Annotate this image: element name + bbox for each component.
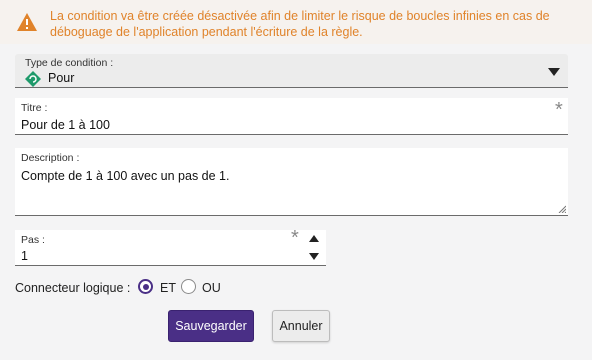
step-required-mark: * [291,227,299,249]
condition-type-label: Type de condition : [25,57,114,69]
radio-ou[interactable] [181,279,196,294]
warning-triangle-icon [17,13,37,31]
loop-diamond-icon [25,71,41,87]
title-required-mark: * [555,99,563,121]
warning-banner: La condition va être créée désactivée af… [0,0,592,44]
condition-type-value: Pour [48,71,75,85]
chevron-down-icon[interactable] [548,68,560,76]
description-label: Description : [21,152,80,164]
resize-grip-icon[interactable] [558,205,566,213]
radio-et-label[interactable]: ET [160,281,176,295]
caret-down-icon [309,253,319,260]
radio-ou-label[interactable]: OU [202,281,221,295]
description-field[interactable]: Description : Compte de 1 à 100 avec un … [15,148,568,216]
caret-up-icon [309,235,319,242]
step-input[interactable]: 1 [21,249,28,263]
condition-type-select[interactable]: Type de condition : Pour [15,54,568,88]
warning-line-1: La condition va être créée désactivée af… [50,9,550,23]
step-decrement-button[interactable] [302,248,326,265]
radio-et[interactable] [138,279,153,294]
save-button[interactable]: Sauvegarder [168,310,254,342]
title-input[interactable]: Pour de 1 à 100 [21,118,110,132]
title-field[interactable]: Titre : Pour de 1 à 100 [15,98,568,135]
cancel-button[interactable]: Annuler [272,310,330,342]
step-increment-button[interactable] [302,230,326,247]
step-label: Pas : [21,234,45,246]
warning-line-2: déboguage de l'application pendant l'écr… [50,25,363,39]
description-textarea[interactable]: Compte de 1 à 100 avec un pas de 1. [21,169,229,183]
title-label: Titre : [21,102,48,114]
warning-message: La condition va être créée désactivée af… [50,8,580,40]
logical-connector-label: Connecteur logique : [15,281,131,295]
step-field[interactable]: Pas : 1 [15,230,326,266]
